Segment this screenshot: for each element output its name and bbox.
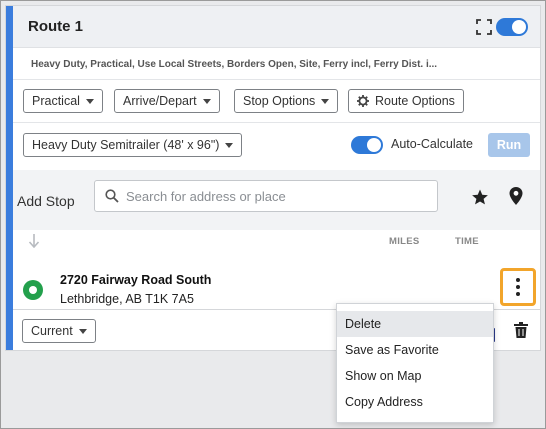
search-icon [105, 189, 119, 203]
kebab-dot [516, 285, 520, 289]
stop-address: Lethbridge, AB T1K 7A5 [60, 292, 194, 306]
star-icon[interactable] [471, 188, 489, 206]
stop-origin-marker [23, 280, 43, 300]
practical-dropdown[interactable]: Practical [23, 89, 103, 113]
toolbar-divider [13, 122, 540, 123]
route-panel: Route 1 Heavy Duty, Practical, Use Local… [5, 5, 541, 351]
current-dropdown[interactable]: Current [22, 319, 96, 343]
route-accent-bar [6, 6, 13, 350]
route-options-label: Route Options [375, 94, 455, 108]
caret-down-icon [225, 142, 234, 148]
menu-item-save-favorite[interactable]: Save as Favorite [337, 337, 493, 363]
caret-down-icon [85, 98, 94, 104]
stop-options-dropdown[interactable]: Stop Options [234, 89, 339, 113]
search-box [94, 180, 438, 212]
vehicle-profile-dropdown[interactable]: Heavy Duty Semitrailer (48' x 96") [23, 133, 243, 157]
more-vertical-icon[interactable] [500, 268, 536, 306]
stop-name: 2720 Fairway Road South [60, 273, 212, 287]
practical-dropdown-label: Practical [32, 94, 80, 108]
search-input[interactable] [126, 187, 426, 205]
vehicle-profile-label: Heavy Duty Semitrailer (48' x 96") [32, 138, 220, 152]
expand-icon[interactable] [476, 19, 492, 35]
menu-item-delete[interactable]: Delete [337, 311, 493, 337]
route-options-button[interactable]: Route Options [348, 89, 464, 113]
arrive-depart-dropdown-label: Arrive/Depart [123, 94, 197, 108]
kebab-dot [516, 292, 520, 296]
route-title: Route 1 [28, 18, 84, 35]
trash-icon[interactable] [514, 322, 528, 338]
caret-down-icon [202, 98, 211, 104]
summary-divider [13, 79, 540, 80]
stop-options-dropdown-label: Stop Options [243, 94, 316, 108]
current-dropdown-label: Current [31, 324, 73, 338]
kebab-dot [516, 278, 520, 282]
run-button[interactable]: Run [488, 133, 530, 157]
caret-down-icon [78, 328, 87, 334]
menu-item-show-on-map[interactable]: Show on Map [337, 363, 493, 389]
add-stop-label: Add Stop [17, 193, 75, 209]
map-pin-icon[interactable] [509, 187, 523, 205]
time-column-header: TIME [455, 236, 479, 247]
auto-calculate-label: Auto-Calculate [391, 137, 473, 151]
stop-context-menu: Delete Save as Favorite Show on Map Copy… [336, 303, 494, 423]
route-header: Route 1 [13, 6, 540, 48]
arrive-depart-dropdown[interactable]: Arrive/Depart [114, 89, 220, 113]
sort-arrow-icon[interactable] [28, 234, 40, 248]
menu-item-copy-address[interactable]: Copy Address [337, 389, 493, 415]
route-visibility-toggle[interactable] [496, 18, 528, 36]
gear-icon [357, 95, 369, 107]
auto-calculate-toggle[interactable] [351, 136, 383, 154]
miles-column-header: MILES [389, 236, 420, 247]
caret-down-icon [321, 98, 330, 104]
route-summary: Heavy Duty, Practical, Use Local Streets… [31, 59, 438, 70]
